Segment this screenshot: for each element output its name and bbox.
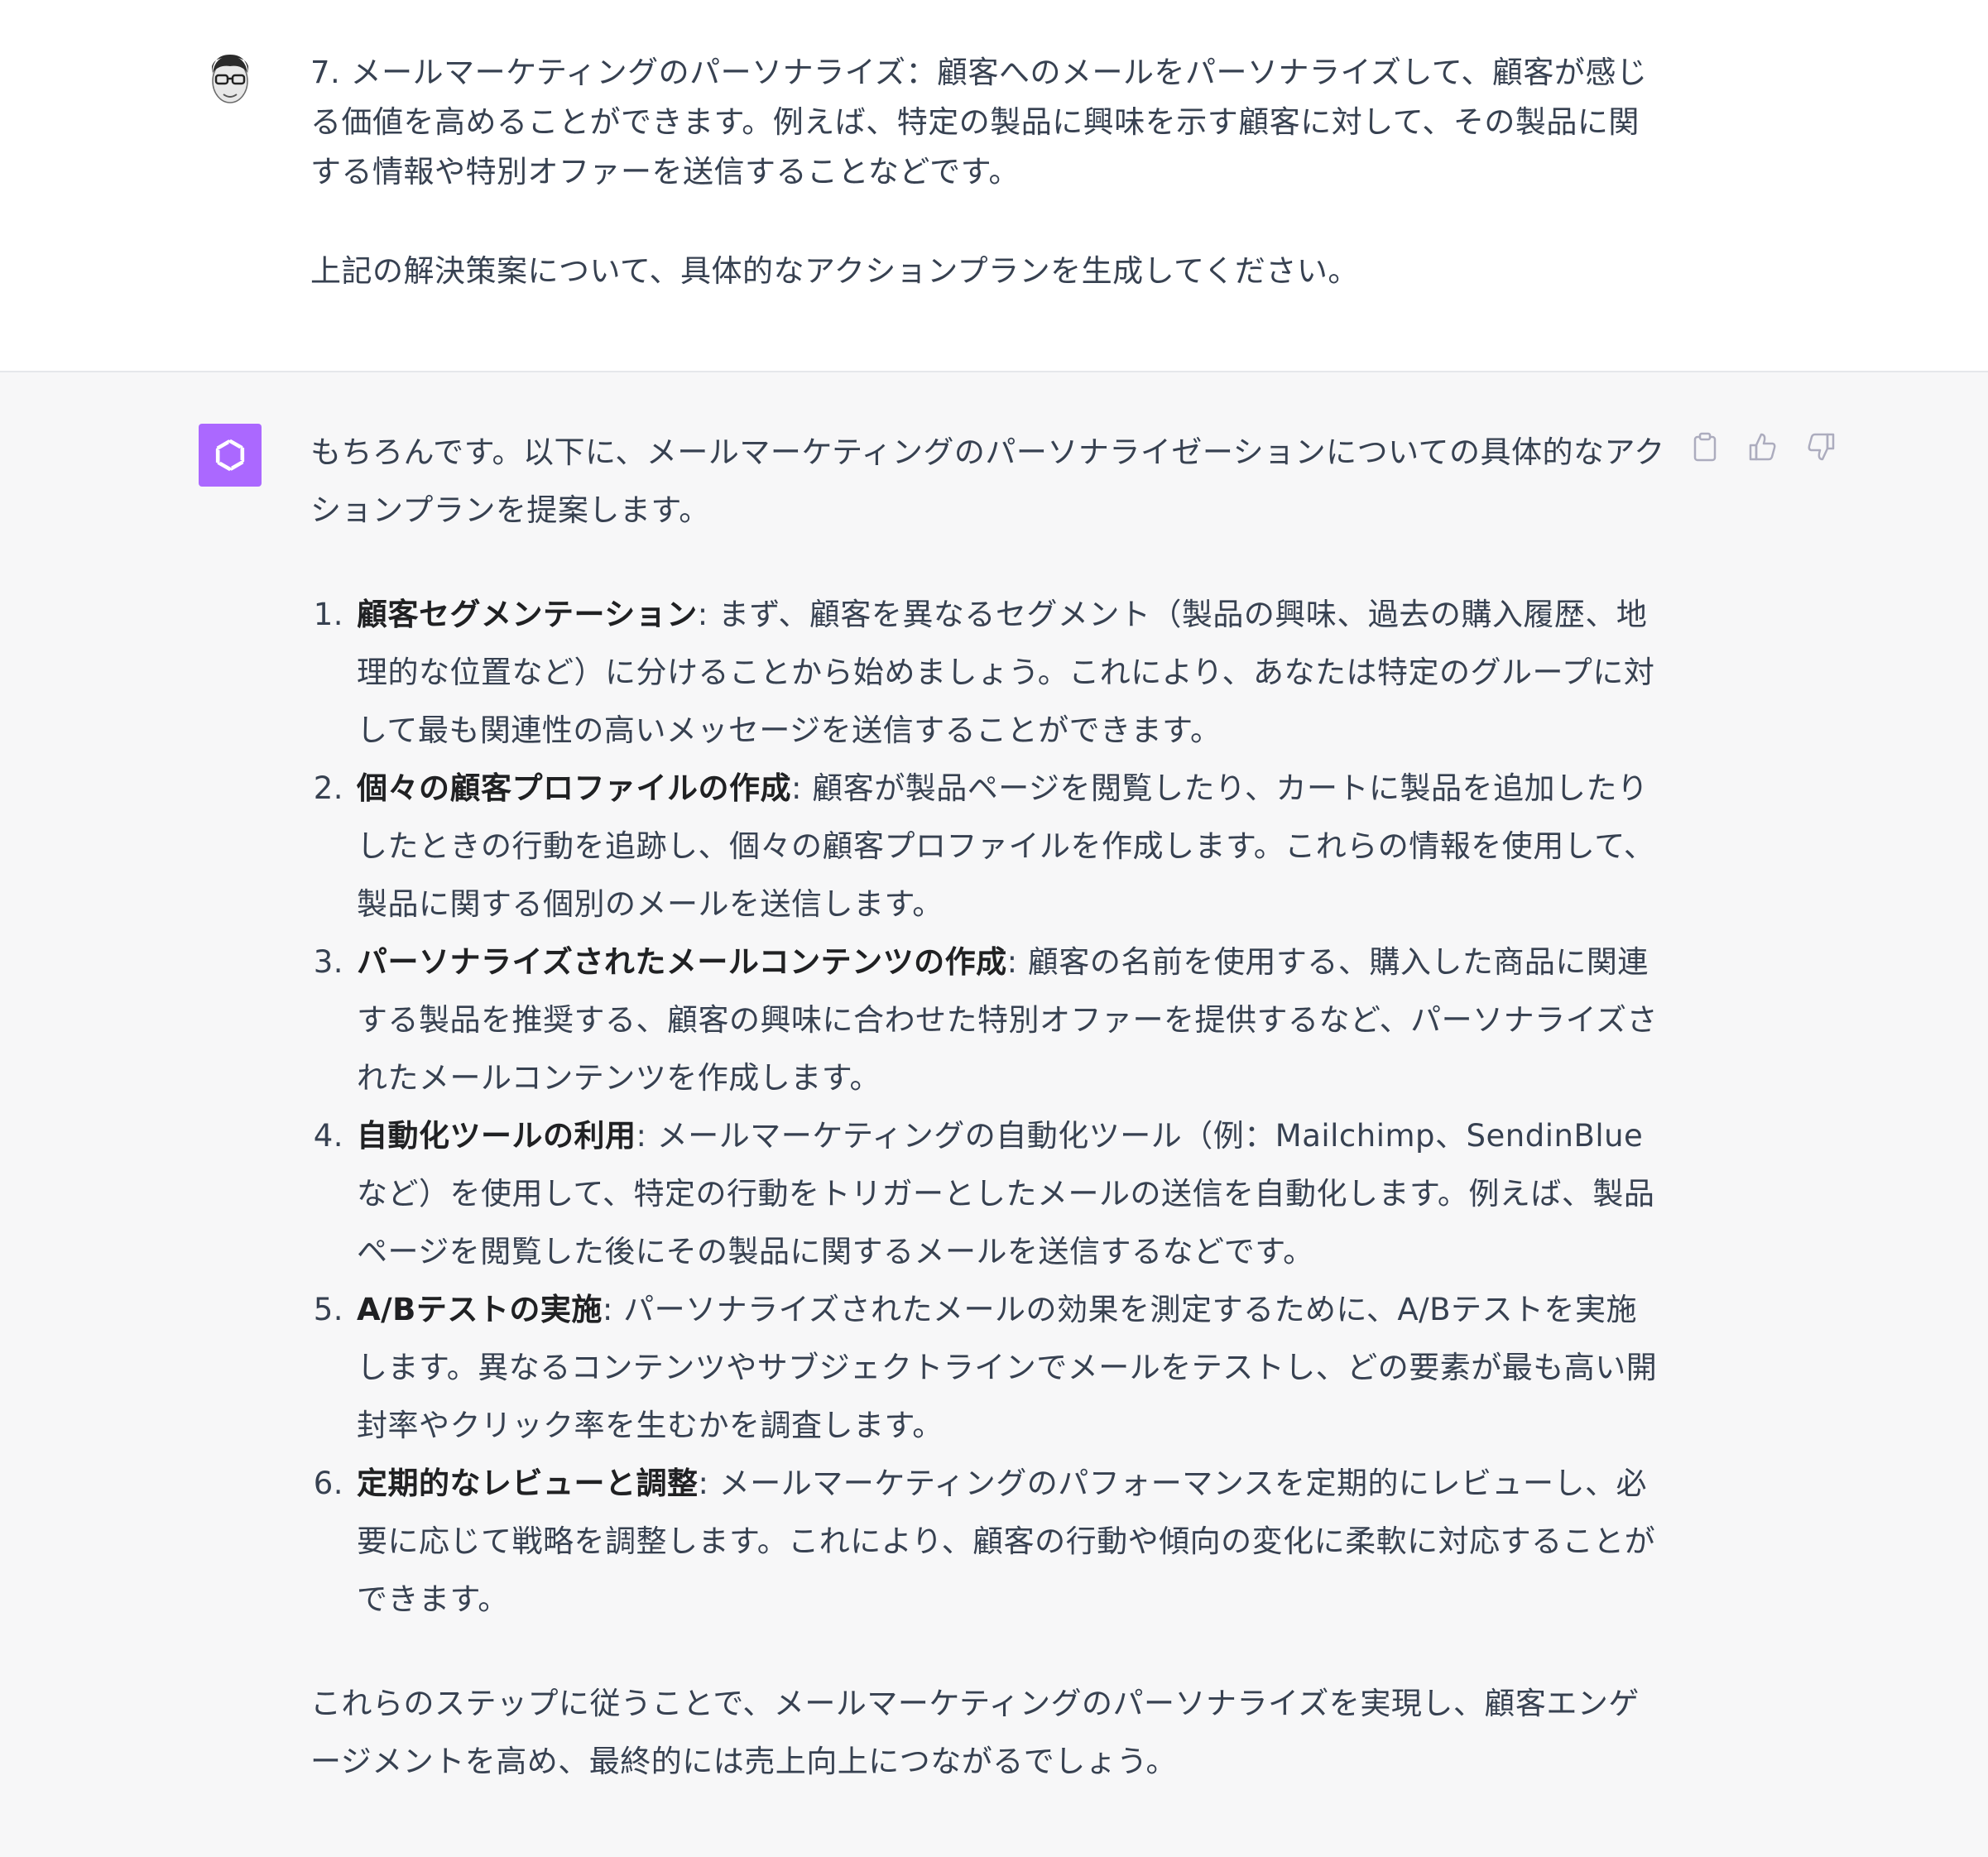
step-title: 個々の顧客プロファイルの作成 — [357, 770, 791, 806]
user-message-text: 7. メールマーケティングのパーソナライズ：顧客へのメールをパーソナライズして、… — [310, 48, 1668, 296]
action-plan-list: 1. 顧客セグメンテーション: まず、顧客を異なるセグメント（製品の興味、過去の購… — [310, 586, 1668, 1629]
list-number: 4. — [313, 1118, 343, 1154]
step-title: パーソナライズされたメールコンテンツの作成 — [357, 944, 1007, 980]
user-paragraph: 上記の解決策案について、具体的なアクションプランを生成してください。 — [310, 253, 1359, 289]
step-title: A/Bテストの実施 — [357, 1292, 603, 1327]
list-item: 2. 個々の顧客プロファイルの作成: 顧客が製品ページを閲覧したり、カートに製品を… — [310, 760, 1668, 933]
step-title: 定期的なレビューと調整 — [357, 1466, 699, 1501]
thumbs-down-icon[interactable] — [1804, 430, 1837, 463]
user-paragraph: 7. メールマーケティングのパーソナライズ：顧客へのメールをパーソナライズして、… — [310, 55, 1648, 190]
message-actions — [1688, 430, 1837, 463]
clipboard-icon[interactable] — [1688, 430, 1721, 463]
assistant-outro: これらのステップに従うことで、メールマーケティングのパーソナライズを実現し、顧客… — [310, 1686, 1640, 1779]
list-item: 6. 定期的なレビューと調整: メールマーケティングのパフォーマンスを定期的にレビ… — [310, 1455, 1668, 1629]
list-number: 5. — [313, 1292, 343, 1327]
assistant-intro: もちろんです。以下に、メールマーケティングのパーソナライゼーションについての具体… — [310, 434, 1665, 528]
list-item: 4. 自動化ツールの利用: メールマーケティングの自動化ツール（例：Mailchi… — [310, 1107, 1668, 1281]
step-title: 自動化ツールの利用 — [357, 1118, 636, 1154]
list-number: 6. — [313, 1466, 343, 1501]
openai-logo-icon — [199, 424, 262, 487]
list-item: 5. A/Bテストの実施: パーソナライズされたメールの効果を測定するために、A/… — [310, 1281, 1668, 1455]
step-title: 顧客セグメンテーション — [357, 597, 698, 632]
assistant-message-block: もちろんです。以下に、メールマーケティングのパーソナライゼーションについての具体… — [0, 372, 1988, 1857]
user-avatar-icon — [199, 48, 262, 111]
list-number: 1. — [313, 597, 343, 632]
list-number: 2. — [313, 770, 343, 806]
assistant-message-text: もちろんです。以下に、メールマーケティングのパーソナライゼーションについての具体… — [310, 424, 1668, 1791]
list-number: 3. — [313, 944, 343, 980]
user-message-block: 7. メールマーケティングのパーソナライズ：顧客へのメールをパーソナライズして、… — [0, 0, 1988, 372]
thumbs-up-icon[interactable] — [1746, 430, 1779, 463]
list-item: 1. 顧客セグメンテーション: まず、顧客を異なるセグメント（製品の興味、過去の購… — [310, 586, 1668, 760]
list-item: 3. パーソナライズされたメールコンテンツの作成: 顧客の名前を使用する、購入した… — [310, 933, 1668, 1107]
